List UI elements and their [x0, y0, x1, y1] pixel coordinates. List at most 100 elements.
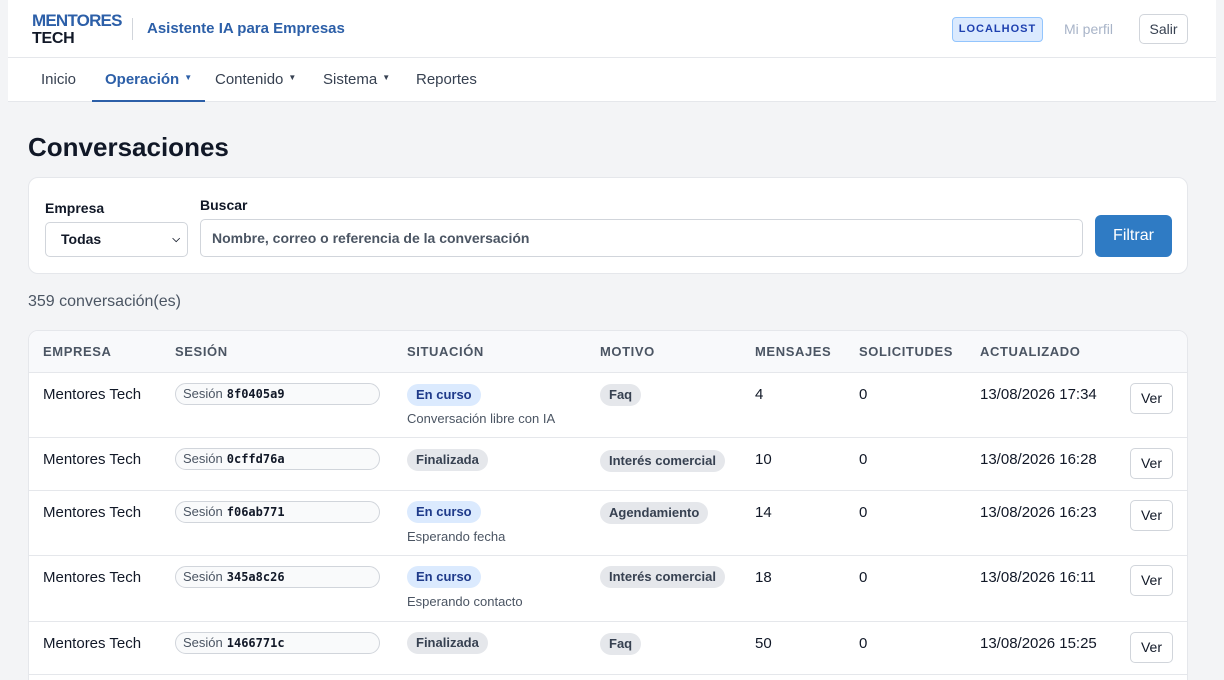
cell-updated: 13/08/2026 15:25 — [980, 635, 1097, 652]
caret-down-icon: ▼ — [382, 73, 391, 83]
nav-label: Reportes — [416, 71, 477, 88]
cell-company: Mentores Tech — [43, 504, 142, 521]
view-button[interactable]: Ver — [1130, 632, 1173, 663]
table-row: Mentores Tech Sesión 1466771c Finalizada … — [29, 622, 1187, 675]
filter-panel: Empresa Todas ⌵ Buscar Filtrar — [28, 177, 1188, 274]
cell-requests: 0 — [859, 451, 868, 468]
session-chip: Sesión 0cffd76a — [175, 448, 380, 470]
status-detail: Esperando contacto — [407, 594, 523, 609]
view-button[interactable]: Ver — [1130, 500, 1173, 531]
cell-company: Mentores Tech — [43, 569, 142, 586]
status-badge: Finalizada — [407, 632, 488, 654]
session-chip: Sesión 8f0405a9 — [175, 383, 380, 405]
nav-reportes[interactable]: Reportes — [416, 58, 477, 102]
profile-link[interactable]: Mi perfil — [1064, 21, 1113, 37]
session-code: 0cffd76a — [226, 452, 285, 466]
session-prefix: Sesión — [183, 635, 223, 650]
caret-down-icon: ▼ — [288, 73, 297, 83]
column-header: MENSAJES — [755, 344, 832, 359]
session-chip: Sesión f06ab771 — [175, 501, 380, 523]
column-header: MOTIVO — [600, 344, 655, 359]
reason-badge: Interés comercial — [600, 566, 725, 588]
nav-operacion[interactable]: Operación ▼ — [91, 58, 206, 102]
company-filter-label: Empresa — [45, 200, 105, 216]
session-chip: Sesión 1466771c — [175, 632, 380, 654]
reason-badge: Faq — [600, 633, 642, 655]
nav-sistema[interactable]: Sistema ▼ — [323, 58, 390, 102]
nav-inicio[interactable]: Inicio — [41, 58, 76, 102]
session-code: 1466771c — [226, 636, 285, 650]
cell-updated: 13/08/2026 16:23 — [980, 504, 1097, 521]
nav-label: Inicio — [41, 71, 77, 88]
table-row: Mentores Tech Sesión f06ab771 En curso Es… — [29, 491, 1187, 556]
logo-line1: MENTORES — [32, 11, 122, 30]
logo-line2: TECH — [32, 30, 75, 47]
chevron-down-icon: ⌵ — [172, 234, 180, 245]
status-badge: En curso — [407, 501, 481, 523]
column-header: SESIÓN — [175, 344, 228, 359]
results-count: 359 conversación(es) — [28, 293, 181, 310]
nav-label: Contenido — [215, 71, 284, 88]
cell-requests: 0 — [859, 504, 868, 521]
cell-company: Mentores Tech — [43, 386, 142, 403]
view-button[interactable]: Ver — [1130, 383, 1173, 414]
session-prefix: Sesión — [183, 386, 223, 401]
session-code: 345a8c26 — [226, 570, 285, 584]
nav-label: Sistema — [323, 71, 378, 88]
cell-requests: 0 — [859, 386, 868, 403]
table-row: Mentores Tech Sesión 345a8c26 En curso Es… — [29, 556, 1187, 622]
nav-contenido[interactable]: Contenido ▼ — [215, 58, 296, 102]
reason-badge: Faq — [600, 384, 642, 406]
top-bar: MENTORES TECH Asistente IA para Empresas… — [8, 0, 1216, 58]
status-badge: Finalizada — [407, 449, 488, 471]
environment-badge: LOCALHOST — [952, 17, 1043, 42]
cell-messages: 18 — [755, 569, 772, 586]
cell-requests: 0 — [859, 569, 868, 586]
company-select-value: Todas — [61, 231, 102, 247]
column-header: SITUACIÓN — [407, 344, 484, 359]
session-code: 8f0405a9 — [226, 387, 285, 401]
status-badge: En curso — [407, 384, 481, 406]
status-detail: Esperando fecha — [407, 529, 506, 544]
cell-messages: 10 — [755, 451, 772, 468]
status-detail: Conversación libre con IA — [407, 411, 556, 426]
company-select[interactable]: Todas ⌵ — [45, 222, 188, 257]
reason-badge: Interés comercial — [600, 450, 725, 472]
page-title: Conversaciones — [28, 132, 229, 162]
status-badge: En curso — [407, 566, 481, 588]
table-header: EMPRESA SESIÓN SITUACIÓN MOTIVO MENSAJES… — [29, 331, 1187, 373]
search-input[interactable] — [200, 219, 1083, 257]
caret-down-icon: ▼ — [184, 73, 193, 83]
session-chip: Sesión 345a8c26 — [175, 566, 380, 588]
cell-updated: 13/08/2026 16:11 — [980, 569, 1096, 586]
search-label: Buscar — [200, 197, 248, 213]
view-button[interactable]: Ver — [1130, 448, 1173, 479]
header-divider — [132, 18, 133, 40]
filter-button[interactable]: Filtrar — [1095, 215, 1172, 257]
main-nav: Inicio Operación ▼ Contenido ▼ Sistema ▼ Re… — [8, 58, 1216, 102]
cell-messages: 4 — [755, 386, 764, 403]
logout-button[interactable]: Salir — [1139, 14, 1188, 44]
cell-company: Mentores Tech — [43, 451, 142, 468]
cell-requests: 0 — [859, 635, 868, 652]
table-row: Mentores Tech Sesión 8f0405a9 En curso Co… — [29, 373, 1187, 438]
column-header: EMPRESA — [43, 344, 112, 359]
conversations-table: EMPRESA SESIÓN SITUACIÓN MOTIVO MENSAJES… — [28, 330, 1188, 680]
cell-company: Mentores Tech — [43, 635, 142, 652]
session-prefix: Sesión — [183, 569, 223, 584]
view-button[interactable]: Ver — [1130, 565, 1173, 596]
nav-label: Operación — [105, 71, 180, 88]
cell-messages: 50 — [755, 635, 772, 652]
app-title: Asistente IA para Empresas — [147, 20, 345, 37]
session-prefix: Sesión — [183, 504, 223, 519]
reason-badge: Agendamiento — [600, 502, 709, 524]
table-row: Mentores Tech Sesión 0cffd76a Finalizada … — [29, 438, 1187, 491]
column-header: ACTUALIZADO — [980, 344, 1081, 359]
cell-updated: 13/08/2026 17:34 — [980, 386, 1097, 403]
session-code: f06ab771 — [226, 505, 285, 519]
cell-updated: 13/08/2026 16:28 — [980, 451, 1097, 468]
brand-logo[interactable]: MENTORES TECH — [32, 12, 122, 48]
column-header: SOLICITUDES — [859, 344, 953, 359]
cell-messages: 14 — [755, 504, 772, 521]
session-prefix: Sesión — [183, 451, 223, 466]
